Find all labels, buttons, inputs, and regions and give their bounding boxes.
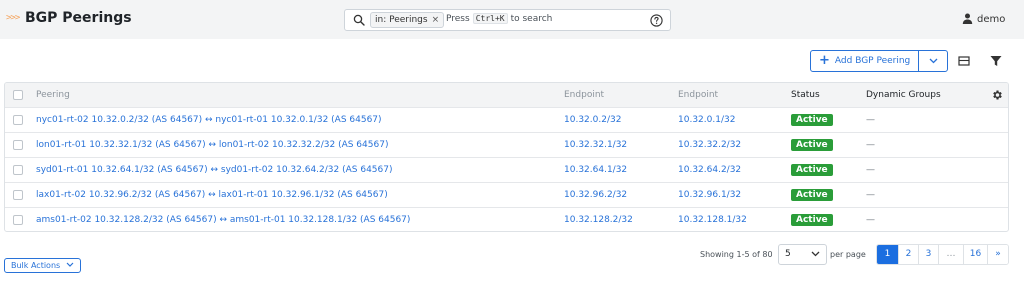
status-badge: Active — [791, 138, 833, 151]
search-hint-after: to search — [510, 14, 553, 24]
endpoint-a-link[interactable]: 10.32.32.1/32 — [564, 133, 627, 157]
peering-link[interactable]: lax01-rt-02 10.32.96.2/32 (AS 64567) ↔ l… — [36, 183, 388, 207]
plus-icon: + — [819, 53, 830, 68]
column-header-endpoint-b[interactable]: Endpoint — [678, 83, 718, 107]
pagination: 1 2 3 … 16 » — [876, 244, 1009, 265]
bulk-actions-label: Bulk Actions — [11, 261, 61, 270]
page-2-button[interactable]: 2 — [899, 245, 919, 264]
chevron-down-icon — [811, 251, 820, 257]
per-page-select[interactable]: 5 — [778, 244, 827, 265]
dynamic-groups-cell: — — [866, 165, 875, 175]
select-all-checkbox[interactable] — [13, 90, 23, 100]
status-badge: Active — [791, 163, 833, 176]
endpoint-b-link[interactable]: 10.32.32.2/32 — [678, 133, 741, 157]
column-header-dynamic-groups[interactable]: Dynamic Groups — [866, 83, 941, 107]
table-row: lon01-rt-01 10.32.32.1/32 (AS 64567) ↔ l… — [5, 133, 1008, 158]
chevron-down-icon — [66, 262, 74, 267]
table-row: lax01-rt-02 10.32.96.2/32 (AS 64567) ↔ l… — [5, 183, 1008, 208]
status-badge: Active — [791, 213, 833, 226]
add-bgp-peering-label: Add BGP Peering — [834, 56, 911, 66]
page-16-button[interactable]: 16 — [964, 245, 988, 264]
page-3-button[interactable]: 3 — [919, 245, 939, 264]
close-icon[interactable]: × — [432, 15, 440, 25]
search-hint: Press Ctrl+K to search — [446, 13, 553, 24]
column-header-peering[interactable]: Peering — [36, 83, 70, 107]
row-checkbox[interactable] — [13, 115, 23, 125]
column-header-endpoint-a[interactable]: Endpoint — [564, 83, 604, 107]
status-cell: Active — [791, 158, 833, 182]
peering-link[interactable]: nyc01-rt-02 10.32.0.2/32 (AS 64567) ↔ ny… — [36, 108, 382, 132]
search-scope-chip[interactable]: in: Peerings × — [370, 12, 445, 28]
endpoint-b-link[interactable]: 10.32.64.2/32 — [678, 158, 741, 182]
user-menu[interactable]: demo — [962, 13, 1005, 25]
status-cell: Active — [791, 183, 833, 207]
status-cell: Active — [791, 133, 833, 157]
table-row: ams01-rt-02 10.32.128.2/32 (AS 64567) ↔ … — [5, 208, 1008, 231]
search-scope-label: in: Peerings — [375, 15, 428, 25]
table-header-row: Peering Endpoint Endpoint Status Dynamic… — [5, 83, 1008, 108]
table-row: nyc01-rt-02 10.32.0.2/32 (AS 64567) ↔ ny… — [5, 108, 1008, 133]
brand-logo[interactable]: >>> — [6, 13, 20, 23]
peering-link[interactable]: lon01-rt-01 10.32.32.1/32 (AS 64567) ↔ l… — [36, 133, 388, 157]
status-badge: Active — [791, 188, 833, 201]
search-hint-before: Press — [446, 14, 470, 24]
endpoint-b-link[interactable]: 10.32.0.1/32 — [678, 108, 735, 132]
endpoint-b-link[interactable]: 10.32.128.1/32 — [678, 208, 747, 231]
per-page-label: per page — [830, 250, 866, 259]
row-checkbox[interactable] — [13, 140, 23, 150]
status-cell: Active — [791, 208, 833, 231]
column-header-status[interactable]: Status — [791, 83, 820, 107]
search-input[interactable]: in: Peerings × Press Ctrl+K to search — [344, 9, 671, 31]
table-row: syd01-rt-01 10.32.64.1/32 (AS 64567) ↔ s… — [5, 158, 1008, 183]
status-badge: Active — [791, 113, 833, 126]
filter-icon[interactable] — [990, 55, 1002, 67]
endpoint-a-link[interactable]: 10.32.96.2/32 — [564, 183, 627, 207]
per-page-value: 5 — [785, 249, 791, 259]
search-shortcut-key: Ctrl+K — [472, 13, 508, 24]
chevron-down-icon — [929, 58, 938, 64]
search-icon — [353, 14, 365, 26]
user-icon — [962, 13, 973, 24]
add-bgp-peering-button[interactable]: + Add BGP Peering — [811, 51, 920, 71]
row-checkbox[interactable] — [13, 190, 23, 200]
peering-link[interactable]: syd01-rt-01 10.32.64.1/32 (AS 64567) ↔ s… — [36, 158, 392, 182]
endpoint-a-link[interactable]: 10.32.128.2/32 — [564, 208, 633, 231]
next-page-button[interactable]: » — [988, 245, 1008, 264]
top-header: >>> BGP Peerings in: Peerings × Press Ctrl… — [0, 0, 1024, 39]
dynamic-groups-cell: — — [866, 215, 875, 225]
page-title: BGP Peerings — [25, 10, 132, 26]
add-button-group: + Add BGP Peering — [810, 50, 949, 72]
row-checkbox[interactable] — [13, 165, 23, 175]
dynamic-groups-cell: — — [866, 115, 875, 125]
table-config-icon[interactable] — [958, 55, 970, 67]
endpoint-a-link[interactable]: 10.32.0.2/32 — [564, 108, 621, 132]
help-icon[interactable] — [650, 14, 663, 27]
results-count: Showing 1-5 of 80 — [700, 250, 773, 259]
endpoint-b-link[interactable]: 10.32.96.1/32 — [678, 183, 741, 207]
gear-icon[interactable] — [991, 89, 1003, 101]
dynamic-groups-cell: — — [866, 140, 875, 150]
page-ellipsis: … — [939, 245, 964, 264]
bulk-actions-button[interactable]: Bulk Actions — [4, 258, 81, 273]
status-cell: Active — [791, 108, 833, 132]
row-checkbox[interactable] — [13, 215, 23, 225]
peering-link[interactable]: ams01-rt-02 10.32.128.2/32 (AS 64567) ↔ … — [36, 208, 410, 231]
endpoint-a-link[interactable]: 10.32.64.1/32 — [564, 158, 627, 182]
user-name: demo — [977, 14, 1006, 25]
dynamic-groups-cell: — — [866, 190, 875, 200]
add-options-dropdown[interactable] — [919, 51, 947, 71]
peerings-table: Peering Endpoint Endpoint Status Dynamic… — [4, 82, 1009, 232]
page-1-button[interactable]: 1 — [877, 245, 899, 264]
